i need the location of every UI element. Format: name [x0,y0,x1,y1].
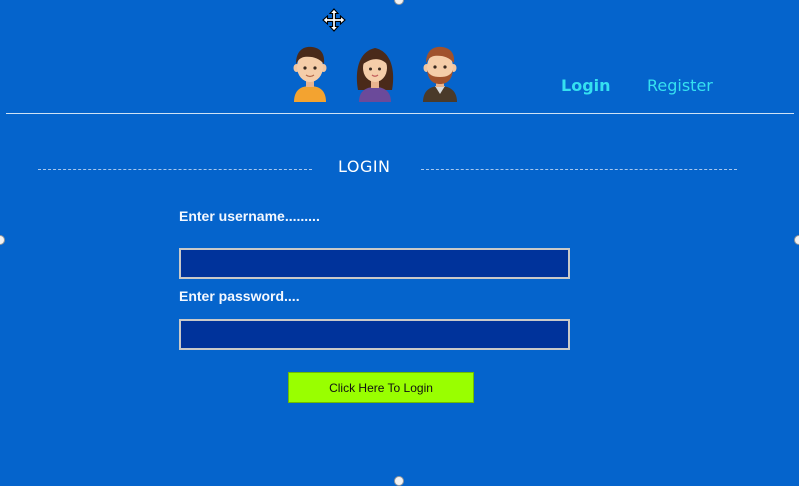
girl-avatar-icon [356,48,394,102]
password-label: Enter password.... [179,288,300,304]
nav-link-register[interactable]: Register [647,76,713,95]
resize-handle-left[interactable] [0,235,5,245]
heading-dashed-line-right [421,169,737,170]
avatar-group [288,44,468,102]
header-divider [6,113,794,114]
move-cursor-icon[interactable] [322,8,346,32]
bearded-man-avatar-icon [423,46,457,102]
resize-handle-top[interactable] [394,0,404,5]
login-submit-button[interactable]: Click Here To Login [288,372,474,403]
boy-avatar-icon [293,46,327,102]
username-label: Enter username......... [179,208,320,224]
nav-link-login[interactable]: Login [561,76,611,95]
resize-handle-right[interactable] [794,235,799,245]
username-input[interactable] [179,248,570,279]
login-window: { "header": { "nav": { "login": "Login",… [0,0,799,486]
password-input[interactable] [179,319,570,350]
resize-handle-bottom[interactable] [394,476,404,486]
login-heading: LOGIN [338,157,391,176]
heading-dashed-line-left [38,169,312,170]
